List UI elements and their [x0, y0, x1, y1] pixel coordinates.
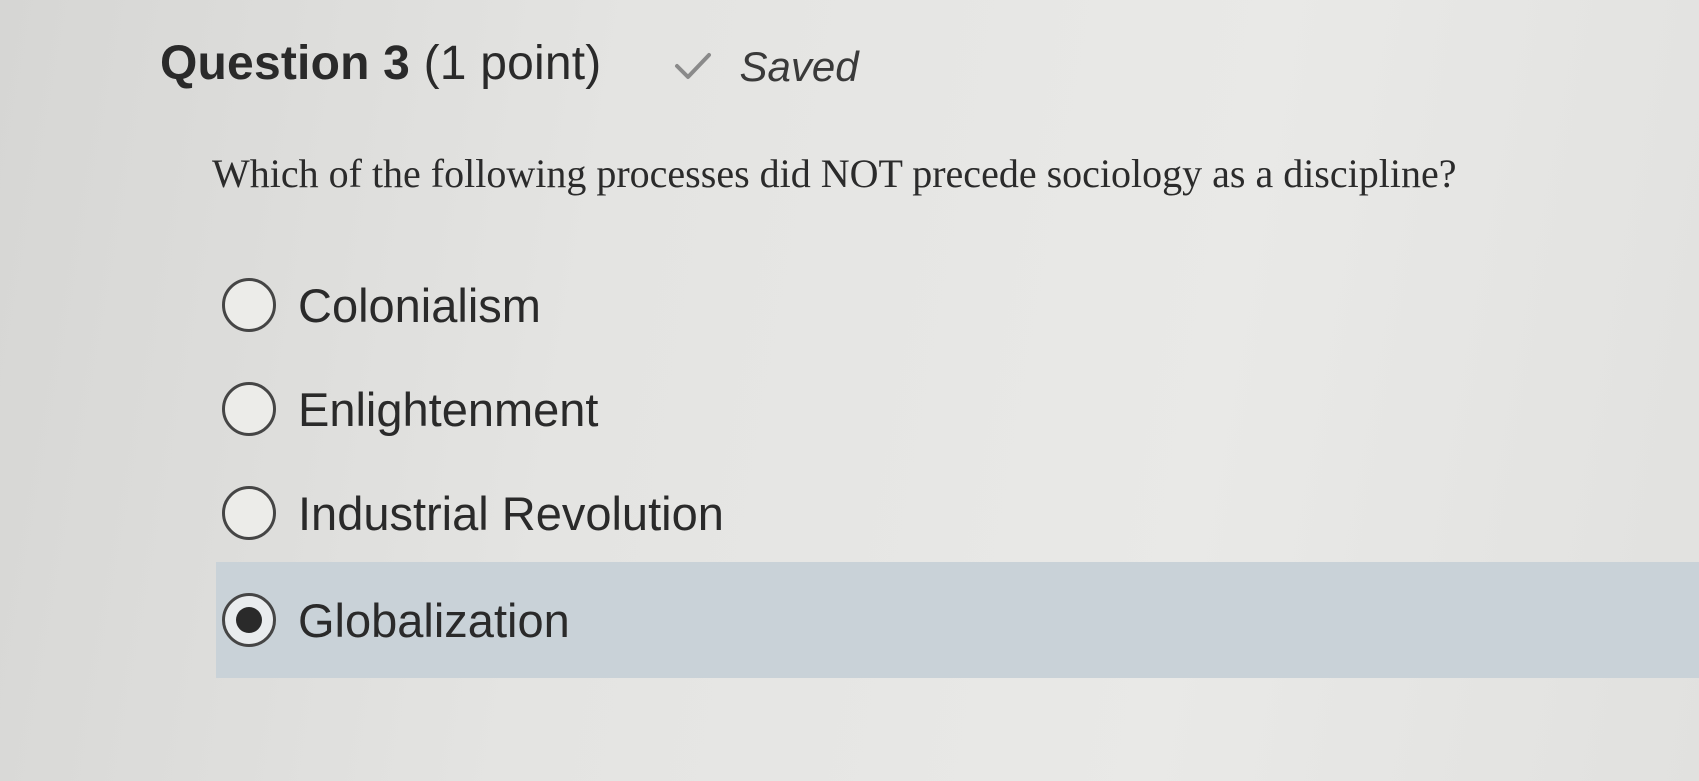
question-points: (1 point) [423, 37, 602, 90]
radio-button-selected[interactable] [222, 593, 276, 647]
radio-button[interactable] [222, 278, 276, 332]
saved-status: Saved [673, 42, 859, 91]
question-number: Question 3 [160, 37, 411, 90]
option-industrial-revolution[interactable]: Industrial Revolution [222, 478, 724, 548]
option-enlightenment[interactable]: Enlightenment [222, 374, 598, 444]
quiz-page: Question 3 (1 point) Saved Which of the … [0, 0, 1699, 781]
radio-button[interactable] [222, 382, 276, 436]
radio-button[interactable] [222, 486, 276, 540]
option-label: Colonialism [298, 278, 541, 332]
checkmark-icon [673, 51, 713, 83]
option-colonialism[interactable]: Colonialism [222, 270, 541, 340]
radio-selected-dot [236, 607, 262, 633]
option-label: Industrial Revolution [298, 486, 724, 540]
option-globalization[interactable]: Globalization [222, 585, 570, 655]
question-prompt: Which of the following processes did NOT… [212, 151, 1457, 196]
question-title: Question 3 (1 point) [160, 36, 601, 91]
option-label: Globalization [298, 593, 570, 647]
option-label: Enlightenment [298, 382, 599, 436]
saved-label: Saved [739, 42, 859, 90]
question-header: Question 3 (1 point) Saved [160, 36, 859, 91]
